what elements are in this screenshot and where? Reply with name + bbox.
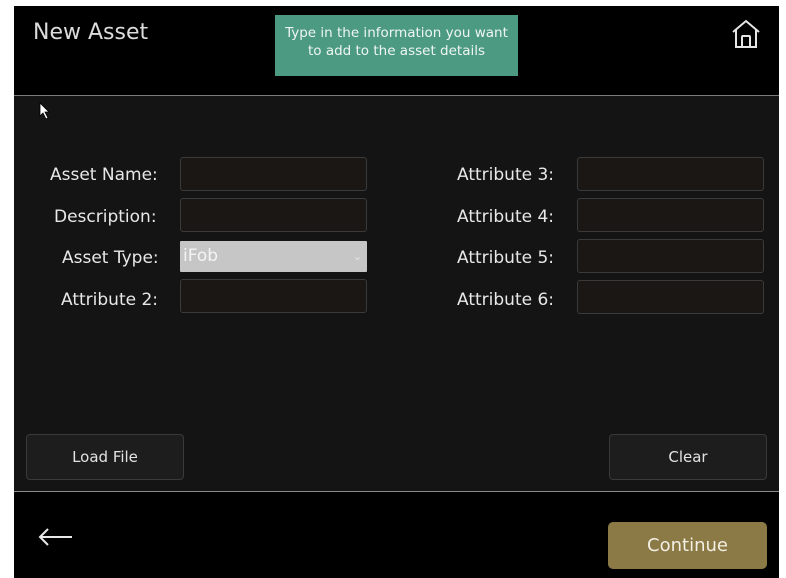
clear-button[interactable]: Clear: [609, 434, 767, 480]
header-bar: New Asset Type in the information you wa…: [14, 6, 779, 96]
attribute-6-label: Attribute 6:: [457, 290, 555, 310]
load-file-button[interactable]: Load File: [26, 434, 184, 480]
continue-button[interactable]: Continue: [608, 522, 767, 569]
help-tooltip: Type in the information you want to add …: [275, 15, 518, 76]
attribute-5-label: Attribute 5:: [457, 248, 555, 268]
attribute-5-input[interactable]: [577, 239, 764, 273]
new-asset-screen: New Asset Type in the information you wa…: [14, 6, 779, 578]
asset-type-value: iFob: [183, 246, 219, 266]
asset-type-select[interactable]: iFob ⌄: [180, 241, 367, 272]
attribute-2-label: Attribute 2:: [61, 290, 159, 310]
chevron-down-icon: ⌄: [352, 250, 362, 263]
attribute-6-input[interactable]: [577, 280, 764, 314]
attribute-3-label: Attribute 3:: [457, 165, 555, 185]
tooltip-line-2: to add to the asset details: [307, 43, 486, 59]
asset-name-label: Asset Name:: [50, 165, 158, 185]
asset-type-label: Asset Type:: [62, 248, 159, 268]
attribute-4-label: Attribute 4:: [457, 207, 555, 227]
mouse-pointer-icon: [39, 102, 51, 120]
attribute-3-input[interactable]: [577, 157, 764, 191]
asset-name-input[interactable]: [180, 157, 367, 191]
page-title: New Asset: [33, 20, 149, 45]
description-label: Description:: [54, 207, 157, 227]
description-input[interactable]: [180, 198, 367, 232]
home-icon[interactable]: [729, 17, 763, 51]
tooltip-line-1: Type in the information you want: [285, 25, 508, 41]
attribute-2-input[interactable]: [180, 279, 367, 313]
attribute-4-input[interactable]: [577, 198, 764, 232]
arrow-left-icon[interactable]: [37, 526, 73, 548]
